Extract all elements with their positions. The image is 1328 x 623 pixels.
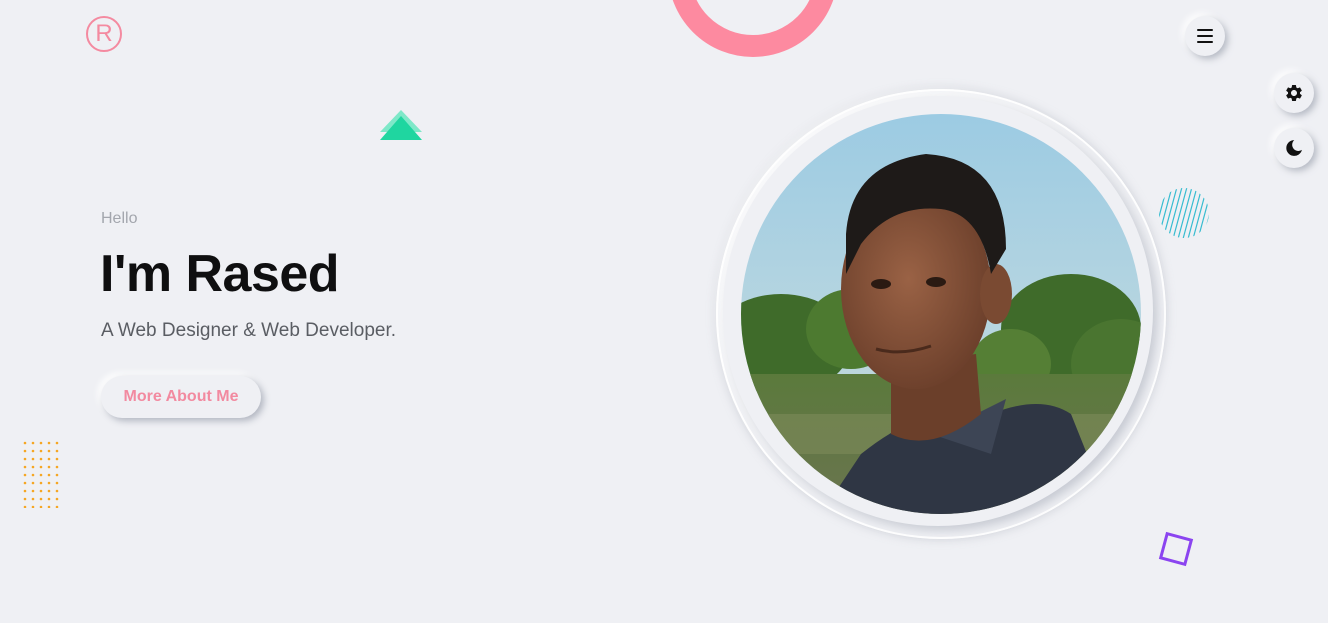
- orange-dots-decoration: [23, 441, 59, 508]
- green-triangle-decoration: [380, 110, 422, 140]
- hero-title: I'm Rased: [100, 245, 340, 303]
- logo[interactable]: R: [86, 16, 122, 52]
- page: R Hello I'm Rased A Web Designer & Web D…: [0, 0, 1328, 623]
- gear-icon: [1286, 85, 1302, 101]
- hero-subtitle: A Web Designer & Web Developer.: [101, 320, 397, 341]
- teal-stripes-decoration: [1159, 188, 1209, 238]
- more-about-me-button[interactable]: More About Me: [101, 376, 261, 418]
- profile-photo: [741, 114, 1141, 514]
- purple-square-decoration: [1158, 531, 1194, 567]
- greeting-text: Hello: [101, 210, 138, 227]
- menu-button[interactable]: [1185, 16, 1225, 56]
- theme-toggle-button[interactable]: [1274, 128, 1314, 168]
- settings-button[interactable]: [1274, 73, 1314, 113]
- pink-ring-decoration: [668, 0, 838, 57]
- hamburger-menu-icon: [1197, 29, 1213, 43]
- moon-icon: [1286, 140, 1302, 156]
